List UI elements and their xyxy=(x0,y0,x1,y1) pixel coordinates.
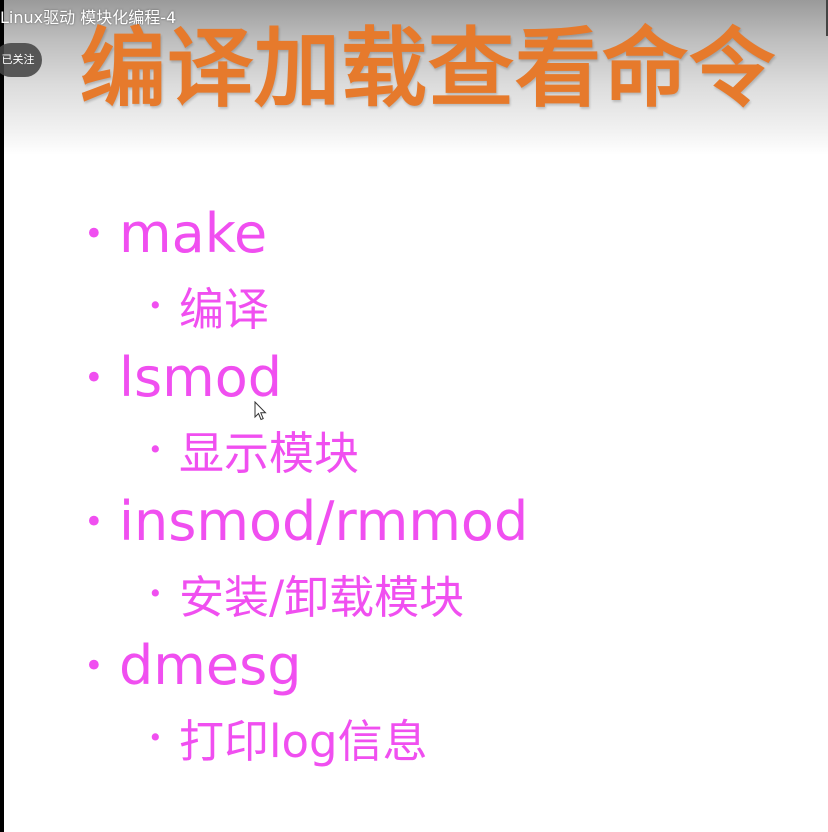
description-text: 安装/卸载模块 xyxy=(179,570,465,624)
command-row: • insmod/rmmod xyxy=(84,483,528,559)
list-item-make: • make • 编译 xyxy=(84,195,528,339)
description-row: • 显示模块 xyxy=(84,415,528,483)
description-row: • 打印log信息 xyxy=(84,703,528,771)
list-item-lsmod: • lsmod • 显示模块 xyxy=(84,339,528,483)
command-text: dmesg xyxy=(119,633,302,697)
bullet-icon: • xyxy=(148,578,163,608)
list-item-dmesg: • dmesg • 打印log信息 xyxy=(84,627,528,771)
description-text: 显示模块 xyxy=(179,426,360,480)
video-title: Linux驱动 模块化编程-4 xyxy=(0,8,177,27)
bullet-icon: • xyxy=(84,213,104,253)
video-frame: 编译加载查看命令 • make • 编译 • lsmod • 显示模块 • in… xyxy=(0,0,828,832)
command-text: make xyxy=(119,201,268,265)
bullet-icon: • xyxy=(84,357,104,397)
command-row: • lsmod xyxy=(84,339,528,415)
follow-button[interactable]: 已关注 xyxy=(0,43,42,77)
description-text: 打印log信息 xyxy=(179,714,428,768)
command-text: lsmod xyxy=(119,345,283,409)
mouse-pointer-icon xyxy=(254,401,267,421)
description-row: • 编译 xyxy=(84,271,528,339)
slide-title: 编译加载查看命令 xyxy=(80,19,776,119)
bullet-icon: • xyxy=(148,434,163,464)
description-row: • 安装/卸载模块 xyxy=(84,559,528,627)
bullet-icon: • xyxy=(84,645,104,685)
command-list: • make • 编译 • lsmod • 显示模块 • insmod/rmmo… xyxy=(84,195,528,771)
presentation-slide: 编译加载查看命令 • make • 编译 • lsmod • 显示模块 • in… xyxy=(4,0,828,832)
bullet-icon: • xyxy=(148,722,163,752)
command-text: insmod/rmmod xyxy=(119,489,529,553)
command-row: • make xyxy=(84,195,528,271)
command-row: • dmesg xyxy=(84,627,528,703)
bullet-icon: • xyxy=(84,501,104,541)
description-text: 编译 xyxy=(179,282,270,336)
list-item-insmod-rmmod: • insmod/rmmod • 安装/卸载模块 xyxy=(84,483,528,627)
bullet-icon: • xyxy=(148,290,163,320)
